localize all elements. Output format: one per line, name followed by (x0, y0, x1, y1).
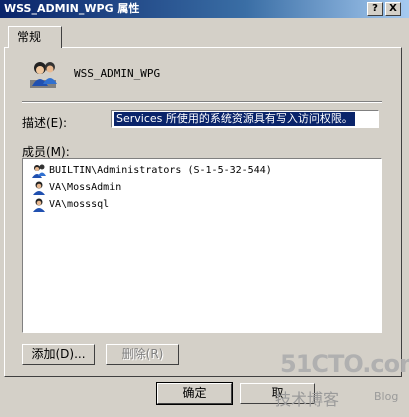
description-label: 描述(E): (22, 116, 67, 130)
add-button[interactable]: 添加(D)... (22, 344, 95, 365)
user-icon (33, 198, 45, 212)
separator (22, 101, 382, 103)
list-item[interactable]: VA\MossAdmin (23, 179, 381, 196)
list-item[interactable]: VA\mosssql (23, 196, 381, 213)
group-name: WSS_ADMIN_WPG (74, 67, 161, 80)
member-name: VA\mosssql (49, 199, 110, 210)
group-icon (32, 164, 46, 178)
description-text: Services 所使用的系统资源具有写入访问权限。 (114, 112, 355, 126)
member-name: VA\MossAdmin (49, 182, 122, 193)
watermark-sub: 技术博客 (275, 390, 340, 409)
window-titlebar[interactable]: WSS_ADMIN_WPG 属性 ? X (0, 0, 409, 18)
watermark-main: 51CTO.com (280, 350, 409, 378)
tab-general[interactable]: 常规 (8, 26, 62, 48)
member-name: BUILTIN\Administrators (S-1-5-32-544) (49, 165, 272, 176)
window-title: WSS_ADMIN_WPG 属性 (4, 2, 140, 15)
members-list[interactable]: BUILTIN\Administrators (S-1-5-32-544) VA… (22, 158, 382, 333)
watermark: 51CTO.com 技术博客 Blog (270, 350, 409, 417)
users-group-icon (30, 62, 57, 88)
help-button[interactable]: ? (367, 2, 383, 16)
description-input[interactable]: Services 所使用的系统资源具有写入访问权限。 (111, 110, 379, 128)
remove-button[interactable]: 删除(R) (106, 344, 179, 365)
close-button[interactable]: X (385, 2, 401, 16)
user-icon (33, 181, 45, 195)
watermark-blog: Blog (374, 390, 399, 403)
ok-button[interactable]: 确定 (156, 382, 233, 405)
list-item[interactable]: BUILTIN\Administrators (S-1-5-32-544) (23, 162, 381, 179)
